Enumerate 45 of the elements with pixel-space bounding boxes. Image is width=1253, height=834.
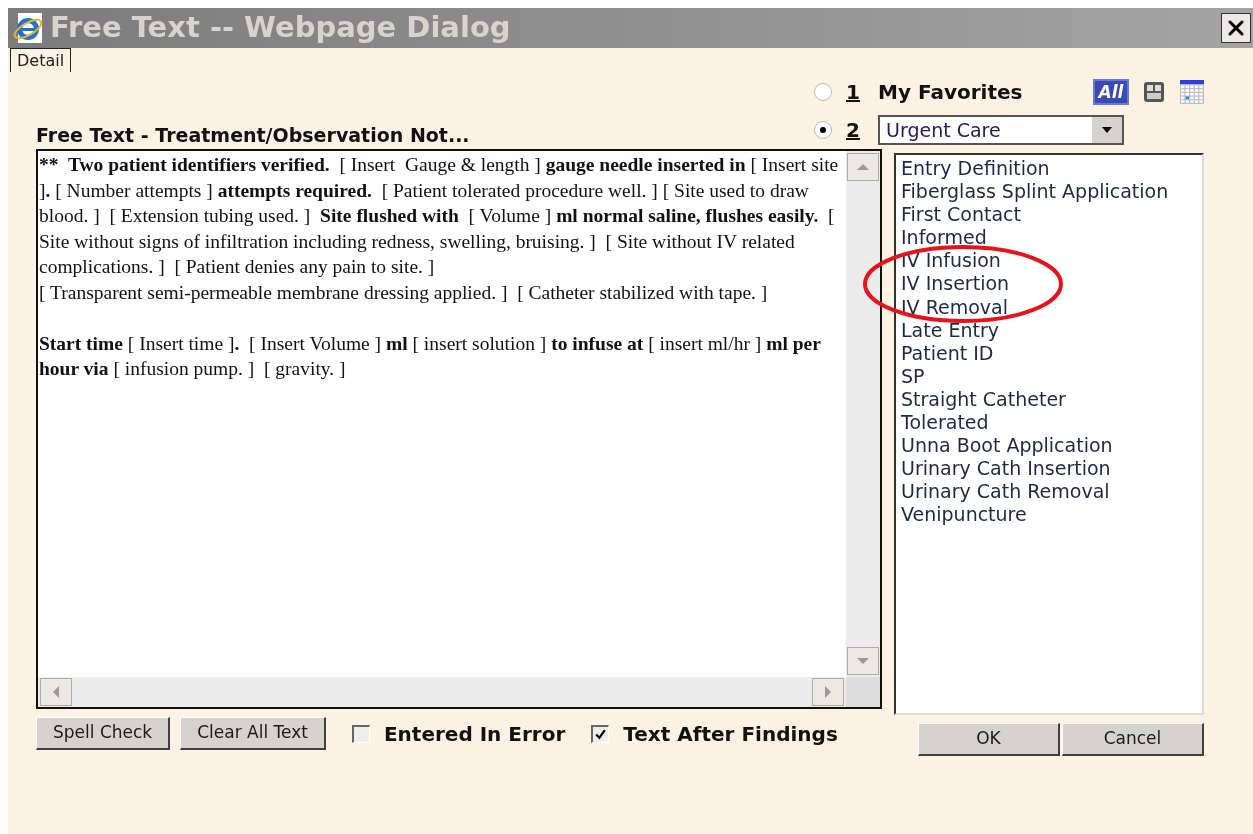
list-item[interactable]: Tolerated (901, 411, 1202, 435)
arrow-right-icon (825, 686, 831, 698)
radio-button[interactable] (814, 83, 832, 101)
all-button[interactable]: All (1093, 79, 1129, 105)
window-title: Free Text -- Webpage Dialog (50, 9, 511, 47)
dialog-button[interactable]: Cancel (1062, 723, 1204, 756)
arrow-left-icon (53, 686, 59, 698)
calendar-icon[interactable] (1179, 79, 1205, 105)
close-button[interactable] (1221, 13, 1251, 43)
radio-button[interactable] (814, 121, 832, 139)
checkbox-label: Entered In Error (383, 720, 566, 748)
arrow-up-icon (857, 164, 869, 170)
check-icon (594, 727, 608, 741)
note-text-area[interactable] (36, 149, 882, 709)
action-button[interactable]: Spell Check (36, 717, 171, 750)
list-item[interactable]: Urinary Cath Insertion (901, 457, 1202, 481)
dialog-button[interactable]: OK (918, 723, 1060, 756)
category-dropdown[interactable]: Urgent Care (878, 115, 1124, 145)
arrow-down-icon (857, 658, 869, 664)
scrollbar-corner (846, 677, 880, 707)
note-text: ** Two patient identifiers verified. [ Insert Gauge & length ] gauge needle inserted in [ Insert site ]. [ Number attempts ] attempts required. [ Patient tolerated procedure well. ] [ Site used to draw blood. ] [ Extension tubing used. ] Site flushed with [ Volume ] ml normal saline, flushes easily. [ Site without signs of infiltration including redness, swelling, bruising. ] [ Site without IV related complications. ] [ Patient denies any pain to site. ] [ Transparent semi-permeable membrane dressing applied. ] [ Catheter stabilized with tape. ] Start time [ Insert time ]. [ Insert Volume ] ml [ insert solution ] to infuse at [ insert ml/hr ] ml per hour via [ infusion pump. ] [ gravity. ] (39, 153, 840, 381)
radio-label: My Favorites (878, 79, 1023, 106)
list-item[interactable]: Venipuncture (901, 503, 1202, 527)
layout-icon[interactable] (1143, 81, 1165, 103)
checkbox[interactable] (591, 724, 610, 743)
list-item[interactable]: Late Entry (901, 318, 1202, 342)
list-item[interactable]: Straight Catheter (901, 387, 1202, 412)
checkbox-label: Text After Findings (623, 720, 838, 748)
tab[interactable]: Detail (10, 48, 72, 72)
list-item[interactable]: Fiberglass Splint Application (901, 180, 1202, 204)
action-button[interactable]: Clear All Text (180, 717, 326, 750)
list-item[interactable]: IV Insertion (901, 272, 1202, 296)
radio-number: 2 (846, 117, 861, 144)
radio-number: 1 (846, 79, 861, 106)
list-item[interactable]: Informed (901, 226, 1202, 250)
list-item[interactable]: Unna Boot Application (901, 434, 1202, 458)
note-title: Free Text - Treatment/Observation Not... (36, 123, 470, 147)
list-item[interactable]: Entry Definition (901, 157, 1202, 181)
list-item[interactable]: Urinary Cath Removal (901, 480, 1202, 504)
list-item[interactable]: SP (901, 364, 1202, 388)
template-list[interactable] (894, 153, 1204, 715)
list-item[interactable]: IV Removal (901, 295, 1202, 319)
list-item[interactable]: First Contact (901, 203, 1202, 227)
checkbox[interactable] (351, 724, 370, 743)
list-item[interactable]: Patient ID (901, 341, 1202, 365)
